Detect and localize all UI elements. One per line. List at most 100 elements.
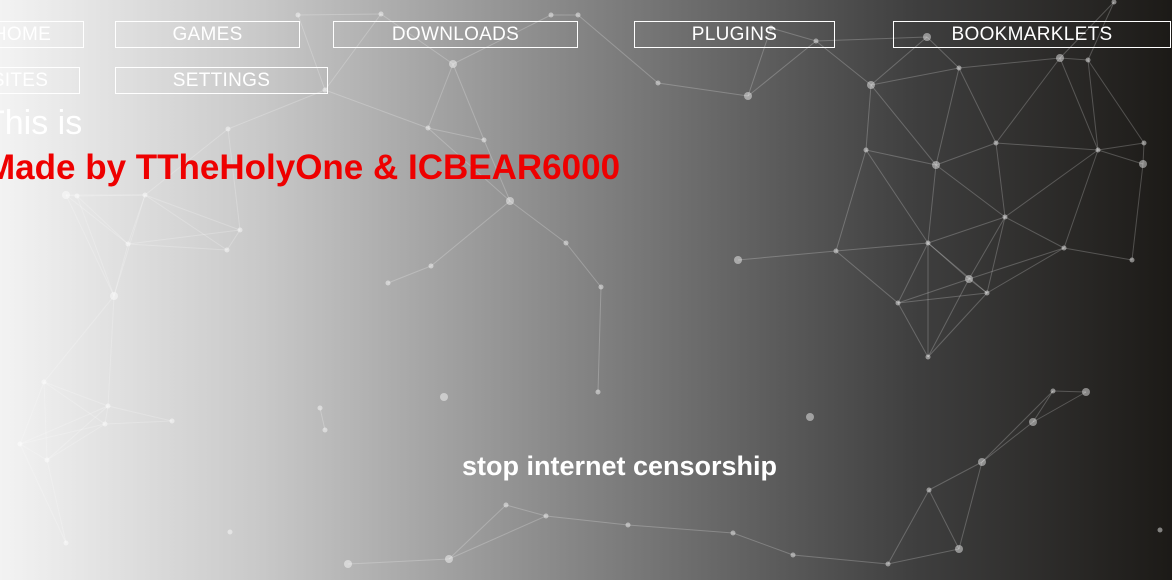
network-node	[1056, 54, 1064, 62]
network-link	[1097, 142, 1145, 151]
network-node	[895, 300, 901, 306]
network-node	[378, 11, 384, 17]
network-node	[863, 147, 869, 153]
network-link	[981, 421, 1034, 463]
network-node	[806, 413, 814, 421]
network-link	[887, 489, 930, 565]
network-node	[445, 555, 453, 563]
network-link	[1097, 149, 1144, 165]
network-link	[1131, 163, 1144, 261]
network-link	[430, 200, 511, 267]
network-node	[481, 137, 487, 143]
nav-downloads-button[interactable]: DOWNLOADS	[333, 21, 578, 48]
nav-settings-button[interactable]: SETTINGS	[115, 67, 328, 94]
network-link	[387, 265, 432, 284]
network-link	[995, 142, 1099, 151]
network-link	[897, 302, 929, 358]
network-node	[125, 241, 131, 247]
network-link	[509, 200, 567, 244]
network-link	[43, 381, 48, 461]
network-node	[1139, 160, 1147, 168]
network-link	[227, 89, 326, 130]
network-link	[935, 67, 960, 166]
network-node	[993, 140, 999, 146]
network-node	[224, 247, 230, 253]
network-link	[1059, 57, 1099, 151]
network-link	[1052, 390, 1087, 393]
network-link	[226, 229, 241, 251]
nav-sites-button[interactable]: SITES	[0, 67, 80, 94]
nav-games-button[interactable]: GAMES	[115, 21, 300, 48]
network-link	[968, 247, 1065, 280]
network-node	[237, 227, 243, 233]
network-node	[548, 12, 554, 18]
network-node	[62, 191, 70, 199]
network-link	[865, 149, 929, 244]
network-node	[1050, 388, 1056, 394]
network-node	[1157, 527, 1163, 533]
nav-plugins-button[interactable]: PLUGINS	[634, 21, 835, 48]
network-link	[448, 504, 507, 560]
network-node	[833, 248, 839, 254]
network-node	[598, 284, 604, 290]
network-link	[113, 243, 129, 297]
network-node	[1085, 57, 1091, 63]
network-link	[505, 504, 547, 517]
network-link	[427, 127, 485, 141]
network-node	[425, 125, 431, 131]
network-link	[1063, 149, 1099, 249]
network-node	[932, 161, 940, 169]
network-link	[792, 554, 889, 565]
network-node	[385, 280, 391, 286]
network-link	[747, 40, 817, 97]
network-link	[104, 420, 173, 425]
network-link	[46, 423, 106, 461]
network-link	[43, 381, 106, 425]
network-link	[928, 489, 960, 550]
network-link	[127, 229, 241, 245]
network-node	[955, 545, 963, 553]
network-node	[956, 65, 962, 71]
network-link	[927, 292, 988, 358]
network-link	[958, 57, 1061, 69]
network-link	[968, 216, 1006, 280]
network-link	[870, 67, 960, 86]
network-node	[506, 197, 514, 205]
network-node	[1002, 214, 1008, 220]
network-link	[452, 63, 485, 141]
intro-text: This is	[0, 104, 83, 142]
network-node	[110, 292, 118, 300]
network-link	[958, 461, 983, 550]
network-link	[19, 423, 106, 445]
network-node	[925, 354, 931, 360]
nav-home-button[interactable]: HOME	[0, 21, 84, 48]
network-link	[46, 405, 109, 461]
network-node	[744, 92, 752, 100]
network-link	[1059, 57, 1089, 61]
network-node	[105, 403, 111, 409]
network-node	[1082, 388, 1090, 396]
network-node	[1141, 140, 1147, 146]
network-link	[107, 405, 173, 422]
network-link	[627, 524, 734, 534]
network-node	[734, 256, 742, 264]
network-link	[597, 286, 602, 393]
network-node	[428, 263, 434, 269]
nav-bookmarklets-button[interactable]: BOOKMARKLETS	[893, 21, 1171, 48]
network-node	[102, 421, 108, 427]
network-link	[986, 247, 1065, 294]
network-link	[732, 532, 794, 556]
network-link	[928, 461, 983, 491]
network-node	[965, 275, 973, 283]
network-node	[1129, 257, 1135, 263]
network-node	[984, 290, 990, 296]
network-node	[625, 522, 631, 528]
network-link	[297, 13, 382, 16]
network-link	[127, 243, 228, 251]
network-node	[41, 379, 47, 385]
network-node	[575, 12, 581, 18]
network-link	[565, 242, 602, 288]
network-link	[1004, 149, 1099, 218]
network-link	[545, 515, 629, 526]
network-node	[925, 240, 931, 246]
